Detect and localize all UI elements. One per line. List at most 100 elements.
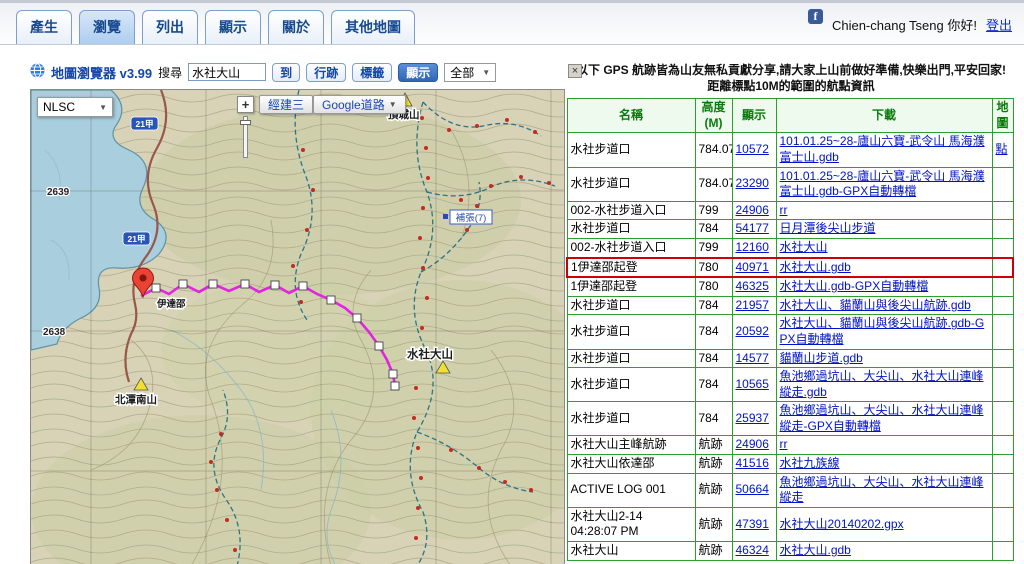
map-canvas[interactable]: 2639 2638 21甲 21甲 頂城山 北潭南山 水社大山 伊達邵 補張(7… (30, 89, 565, 564)
display-cell: 23290 (731, 166, 777, 202)
table-row: 水社步道口 784 21957 水社大山、貓蘭山與後尖山航跡.gdb (566, 295, 1014, 316)
display-link[interactable]: 54177 (736, 221, 769, 235)
table-row: 002-水社步道入口 799 12160 水社大山 (566, 237, 1014, 259)
waypoint-name: 水社步道口 (566, 132, 696, 168)
height-value: 航跡 (694, 541, 733, 561)
display-cell: 50664 (731, 472, 777, 508)
table-row: 水社大山主峰航跡 航跡 24906 rr (566, 435, 1014, 456)
display-cell: 41516 (731, 454, 777, 474)
display-link[interactable]: 25937 (736, 411, 769, 425)
tab-其他地圖[interactable]: 其他地圖 (331, 10, 415, 44)
download-link[interactable]: 水社大山.gdb-GPX自動轉檔 (780, 279, 929, 293)
column-header: 高度(M) (694, 98, 733, 134)
tab-關於[interactable]: 關於 (268, 10, 324, 44)
height-value: 航跡 (694, 472, 733, 508)
map-cell (991, 435, 1014, 456)
height-value: 航跡 (694, 435, 733, 456)
height-value: 航跡 (694, 506, 733, 543)
display-link[interactable]: 40971 (736, 260, 769, 274)
height-value: 780 (694, 276, 733, 297)
waypoint-name: 水社大山2-14 04:28:07 PM (566, 506, 696, 543)
download-link[interactable]: rr (780, 437, 788, 451)
height-value: 784 (694, 295, 733, 316)
display-link[interactable]: 24906 (736, 203, 769, 217)
map-cell (991, 237, 1014, 259)
basemap-button[interactable]: 經建三 (259, 95, 314, 114)
download-link[interactable]: 魚池鄉過坑山、大尖山、水社大山連峰縱走-GPX自動轉檔 (780, 403, 984, 433)
height-value: 航跡 (694, 454, 733, 474)
track-button[interactable]: 行跡 (306, 62, 347, 82)
waypoint-name: 1伊達邵起登 (566, 276, 696, 297)
download-link[interactable]: 水社大山、貓蘭山與後尖山航跡.gdb (780, 298, 971, 312)
download-link[interactable]: 水社大山.gdb (780, 260, 851, 274)
tab-顯示[interactable]: 顯示 (205, 10, 261, 44)
display-link[interactable]: 10565 (736, 377, 769, 391)
google-roads-button[interactable]: Google道路 ▼ (313, 95, 406, 114)
download-link[interactable]: 水社大山.gdb (780, 543, 851, 557)
table-row: 水社步道口 784 20592 水社大山、貓蘭山與後尖山航跡.gdb-GPX自動轉檔 (566, 314, 1014, 350)
waypoint-name: 水社步道口 (566, 401, 696, 437)
facebook-icon[interactable]: f (807, 9, 823, 24)
table-row: 水社大山 航跡 46324 水社大山.gdb (566, 541, 1014, 561)
table-row: 水社步道口 784 14577 貓蘭山步道.gdb (566, 348, 1014, 369)
close-panel-button[interactable]: × (568, 64, 582, 78)
download-cell: 水社大山、貓蘭山與後尖山航跡.gdb-GPX自動轉檔 (775, 314, 993, 350)
download-link[interactable]: 魚池鄉過坑山、大尖山、水社大山連峰縱走.gdb (780, 369, 984, 399)
download-link[interactable]: 水社大山、貓蘭山與後尖山航跡.gdb-GPX自動轉檔 (780, 316, 985, 346)
topo-map: 2639 2638 21甲 21甲 頂城山 北潭南山 水社大山 伊達邵 補張(7… (31, 90, 564, 564)
tab-列出[interactable]: 列出 (142, 10, 198, 44)
tab-產生[interactable]: 產生 (16, 10, 72, 44)
display-link[interactable]: 46324 (736, 543, 769, 557)
display-cell: 21957 (731, 295, 777, 316)
download-link[interactable]: 水社大山20140202.gpx (780, 517, 904, 531)
map-viewer-page: 產生 瀏覽 列出 顯示 關於 其他地圖 f Chien-chang Tseng 你好! 登… (0, 0, 1024, 564)
download-link[interactable]: 101.01.25~28-廬山六寶-武令山 馬海濮富士山.gdb (780, 134, 985, 164)
display-link[interactable]: 50664 (736, 482, 769, 496)
go-button[interactable]: 到 (272, 62, 301, 82)
download-link[interactable]: 貓蘭山步道.gdb (780, 351, 863, 365)
display-cell: 20592 (731, 314, 777, 350)
map-cell (991, 295, 1014, 316)
download-cell: rr (775, 200, 993, 221)
waypoint-name: 水社步道口 (566, 314, 696, 350)
column-header: 名稱 (566, 98, 696, 134)
download-link[interactable]: 水社大山 (780, 240, 828, 254)
display-link[interactable]: 24906 (736, 437, 769, 451)
display-link[interactable]: 10572 (736, 142, 769, 156)
show-button[interactable]: 顯示 (398, 62, 439, 82)
display-cell: 40971 (731, 256, 777, 279)
tag-button[interactable]: 標籤 (352, 62, 393, 82)
layer-select[interactable]: NLSC ▼ (37, 97, 113, 117)
zoom-in-button[interactable]: + (237, 96, 254, 113)
gps-info-panel: × 以下 GPS 航跡皆為山友無私貢獻分享,請大家上山前做好準備,快樂出門,平安… (566, 61, 1016, 561)
filter-select[interactable]: 全部 ▼ (444, 62, 497, 82)
table-row: 1伊達邵起登 780 40971 水社大山.gdb (566, 256, 1014, 279)
download-link[interactable]: rr (780, 203, 788, 217)
download-link[interactable]: 水社九族線 (780, 456, 840, 470)
display-link[interactable]: 20592 (736, 324, 769, 338)
google-roads-label: Google道路 (322, 98, 385, 112)
display-link[interactable]: 14577 (736, 351, 769, 365)
display-link[interactable]: 47391 (736, 517, 769, 531)
display-link[interactable]: 41516 (736, 456, 769, 470)
download-link[interactable]: 101.01.25~28-廬山六寶-武令山 馬海濮富士山.gdb-GPX自動轉檔 (780, 169, 985, 199)
map-link[interactable]: 點 (996, 142, 1008, 156)
zoom-slider-handle[interactable] (240, 120, 251, 125)
tab-瀏覽[interactable]: 瀏覽 (79, 10, 135, 44)
display-cell: 12160 (731, 237, 777, 259)
download-link[interactable]: 日月潭後尖山步道 (780, 221, 876, 235)
display-link[interactable]: 12160 (736, 240, 769, 254)
map-cell (991, 367, 1014, 403)
table-row: 水社步道口 784 10565 魚池鄉過坑山、大尖山、水社大山連峰縱走.gdb (566, 367, 1014, 403)
zoom-slider[interactable] (240, 116, 251, 158)
display-cell: 10572 (731, 132, 777, 168)
display-link[interactable]: 23290 (736, 176, 769, 190)
logout-link[interactable]: 登出 (986, 15, 1012, 34)
search-input[interactable] (188, 63, 267, 81)
height-value: 799 (694, 200, 733, 221)
download-link[interactable]: 魚池鄉過坑山、大尖山、水社大山連峰縱走 (780, 475, 984, 505)
map-label-village: 伊達邵 (156, 298, 186, 310)
svg-text:21甲: 21甲 (136, 119, 154, 129)
display-link[interactable]: 21957 (736, 298, 769, 312)
display-link[interactable]: 46325 (736, 279, 769, 293)
